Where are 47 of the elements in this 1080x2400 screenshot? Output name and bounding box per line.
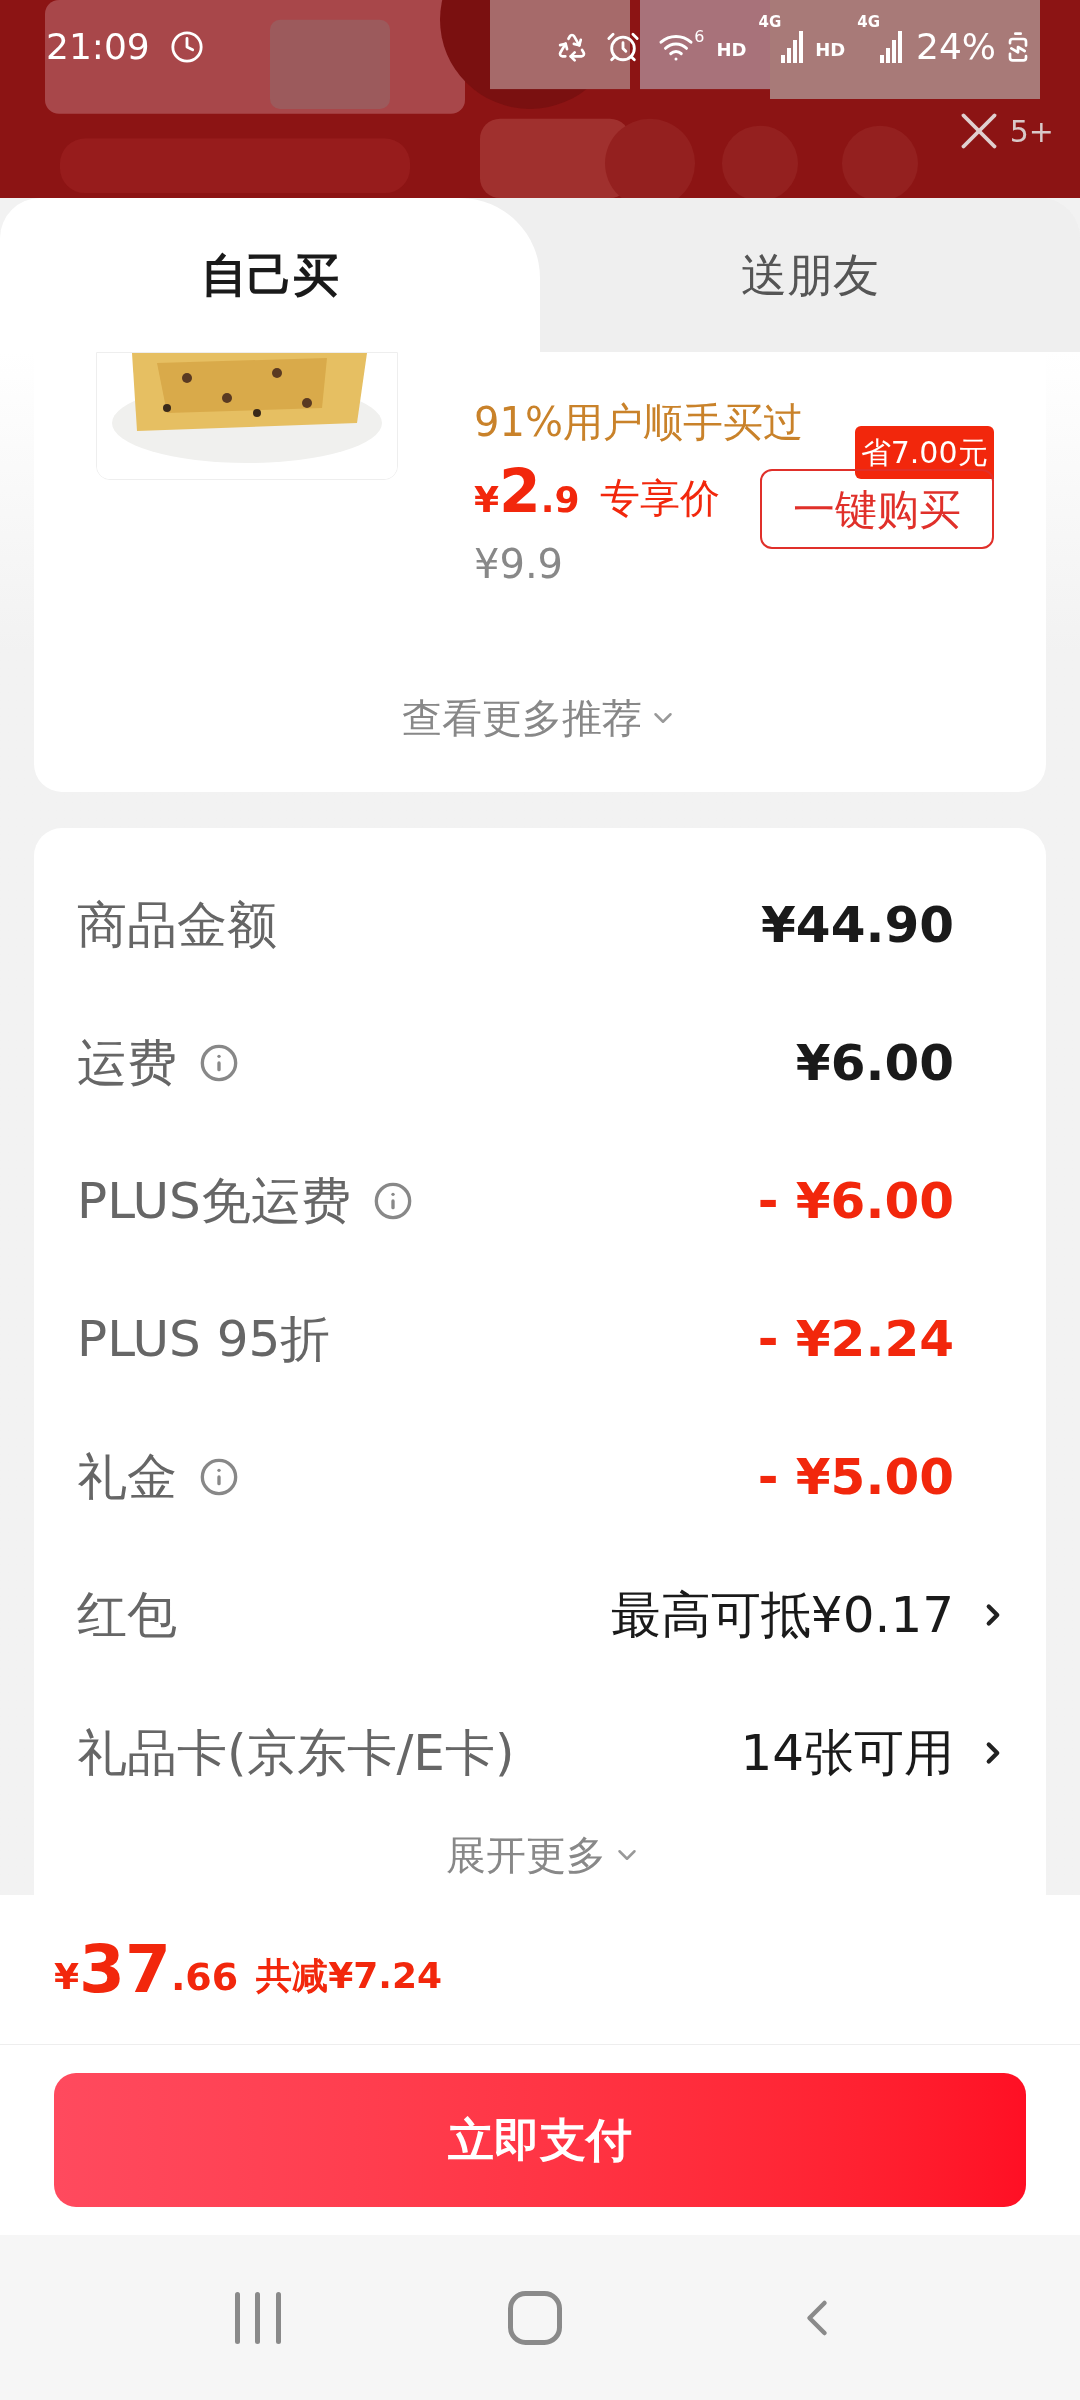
row-value[interactable]: 最高可抵¥0.17	[610, 1577, 954, 1653]
row-label: 礼品卡(京东卡/E卡)	[77, 1722, 515, 1784]
alarm-icon	[606, 30, 641, 64]
wifi-label: 6	[694, 26, 705, 48]
row-label: PLUS免运费	[77, 1170, 351, 1232]
row-value[interactable]: 14张可用	[740, 1715, 954, 1791]
row-label: 商品金额	[77, 894, 277, 956]
network-label: 4G	[758, 12, 782, 33]
home-icon[interactable]	[508, 2290, 562, 2345]
row-label: 运费	[77, 1032, 177, 1094]
clock-icon	[169, 30, 204, 64]
battery-percent: 24%	[916, 25, 996, 69]
total-integer: 37	[79, 1930, 171, 2010]
row-value: - ¥2.24	[757, 1308, 954, 1370]
pay-now-button[interactable]: 立即支付	[54, 2073, 1026, 2207]
recent-apps-icon[interactable]	[232, 2291, 283, 2344]
saving-badge: 省7.00元	[854, 426, 994, 479]
network-label: 4G	[857, 12, 880, 33]
hd-label: HD	[815, 38, 846, 62]
tab[interactable]: 自己买	[0, 198, 540, 352]
signal-icon	[880, 31, 902, 63]
row-label: PLUS 95折	[77, 1308, 331, 1370]
original-price: ¥9.9	[474, 540, 565, 589]
row-value: - ¥5.00	[757, 1446, 954, 1508]
social-proof-text: 91%用户顺手买过	[474, 398, 804, 446]
total-decimal: .66	[170, 1954, 239, 2001]
info-icon[interactable]	[372, 1181, 413, 1221]
total-currency: ¥	[54, 1955, 80, 1999]
info-icon[interactable]	[199, 1043, 239, 1083]
info-icon[interactable]	[199, 1457, 239, 1497]
expand-more-link[interactable]: 展开更多	[445, 1825, 606, 1885]
savings-text: 共减¥7.24	[256, 1953, 443, 1998]
price-integer: 2	[499, 456, 541, 526]
signal-icon	[781, 31, 804, 63]
row-label: 礼金	[77, 1446, 177, 1508]
buy-now-button[interactable]: 一键购买	[759, 469, 994, 549]
status-time: 21:09	[46, 25, 150, 69]
hd-label: HD	[716, 38, 747, 62]
price-currency: ¥	[474, 479, 500, 522]
more-recommendations-link[interactable]: 查看更多推荐	[402, 688, 642, 748]
row-value: ¥6.00	[795, 1032, 954, 1094]
row-value: - ¥6.00	[757, 1170, 954, 1232]
price-decimal: .9	[540, 478, 580, 522]
row-value: ¥44.90	[761, 894, 954, 956]
price-tag: 专享价	[599, 468, 720, 528]
row-label: 红包	[77, 1584, 177, 1646]
count-label: 5+	[1009, 112, 1054, 151]
